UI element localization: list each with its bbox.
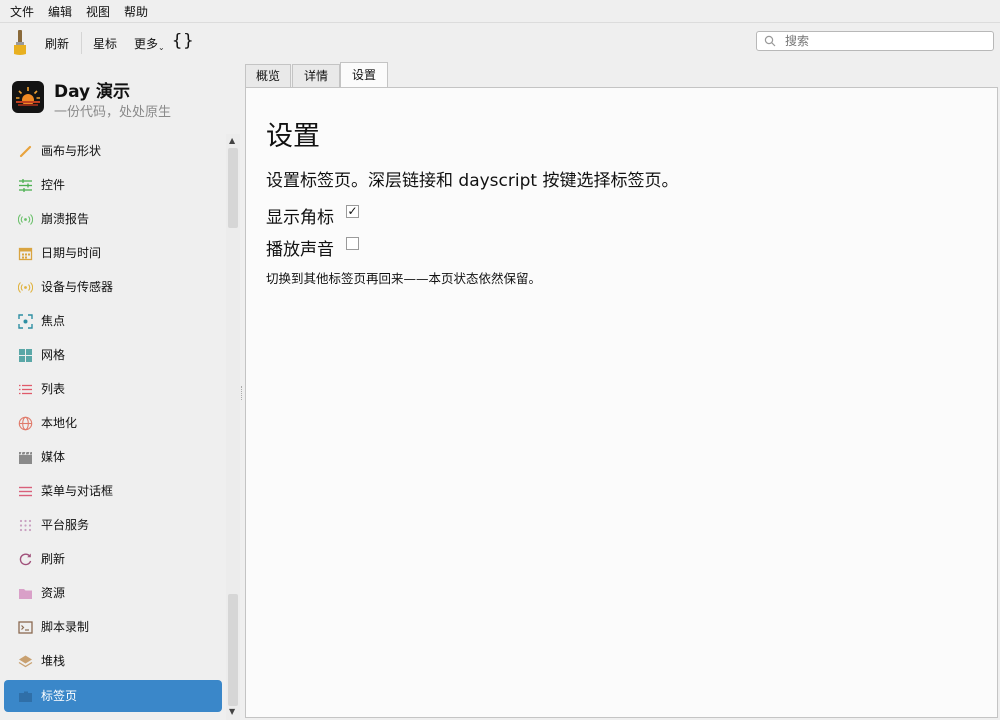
sidebar: 画布与形状 控件 崩溃报告 日期与时间 设备与传感器 焦点 网格 列表 本地化 … <box>0 134 226 720</box>
braces-button[interactable]: {} <box>172 31 194 51</box>
sidebar-item-datetime[interactable]: 日期与时间 <box>4 237 222 269</box>
tab-settings[interactable]: 设置 <box>340 62 388 88</box>
play-sound-checkbox[interactable] <box>346 237 359 250</box>
terminal-icon <box>18 620 33 635</box>
sidebar-item-label: 设备与传感器 <box>41 280 114 294</box>
sidebar-item-canvas[interactable]: 画布与形状 <box>4 135 222 167</box>
sidebar-item-label: 脚本录制 <box>41 620 90 634</box>
scrollbar-thumb[interactable] <box>228 148 238 228</box>
app-subtitle: 一份代码，处处原生 <box>54 105 172 120</box>
sidebar-item-label: 平台服务 <box>41 518 90 532</box>
sidebar-item-label: 标签页 <box>41 689 78 703</box>
scroll-down-arrow-icon[interactable]: ▼ <box>229 707 235 716</box>
sidebar-item-controls[interactable]: 控件 <box>4 169 222 201</box>
sidebar-item-script-recording[interactable]: 脚本录制 <box>4 611 222 643</box>
page-description: 设置标签页。深层链接和 dayscript 按键选择标签页。 <box>266 171 679 191</box>
show-badge-label: 显示角标 <box>266 208 334 228</box>
menu-edit[interactable]: 编辑 <box>48 3 72 20</box>
brush-icon[interactable] <box>10 29 30 57</box>
search-icon <box>764 35 776 50</box>
play-sound-label: 播放声音 <box>266 240 334 260</box>
menu-icon <box>18 484 33 499</box>
app-logo <box>12 81 44 113</box>
brush-icon <box>18 144 33 159</box>
folder-icon <box>18 586 33 601</box>
menu-view[interactable]: 视图 <box>86 3 110 20</box>
tab-details[interactable]: 详情 <box>292 64 340 87</box>
sidebar-item-label: 崩溃报告 <box>41 212 90 226</box>
signal-icon <box>18 212 33 227</box>
scroll-up-arrow-icon[interactable]: ▲ <box>229 136 235 145</box>
globe-icon <box>18 416 33 431</box>
grid-icon <box>18 348 33 363</box>
sidebar-item-focus[interactable]: 焦点 <box>4 305 222 337</box>
sidebar-item-label: 列表 <box>41 382 66 396</box>
sidebar-item-label: 网格 <box>41 348 66 362</box>
sidebar-item-resources[interactable]: 资源 <box>4 577 222 609</box>
toolbar: 刷新 星标 更多 ⌄ {} <box>0 23 1000 63</box>
splitter-handle[interactable] <box>241 386 244 400</box>
menubar: 文件 编辑 视图 帮助 <box>0 0 1000 22</box>
sidebar-item-localization[interactable]: 本地化 <box>4 407 222 439</box>
page-title: 设置 <box>266 121 320 152</box>
app-title: Day 演示 <box>54 82 131 102</box>
search-input[interactable] <box>756 31 994 51</box>
star-button[interactable]: 星标 <box>93 35 117 52</box>
sidebar-item-stack[interactable]: 堆栈 <box>4 645 222 677</box>
toolbar-divider <box>81 32 82 54</box>
sidebar-item-list[interactable]: 列表 <box>4 373 222 405</box>
sidebar-item-label: 焦点 <box>41 314 66 328</box>
calendar-icon <box>18 246 33 261</box>
sliders-icon <box>18 178 33 193</box>
sidebar-item-label: 媒体 <box>41 450 66 464</box>
sidebar-item-label: 刷新 <box>41 552 66 566</box>
sidebar-item-sensors[interactable]: 设备与传感器 <box>4 271 222 303</box>
refresh-icon <box>18 552 33 567</box>
dots-grid-icon <box>18 518 33 533</box>
chevron-down-icon[interactable]: ⌄ <box>158 43 165 52</box>
focus-icon <box>18 314 33 329</box>
state-note: 切换到其他标签页再回来——本页状态依然保留。 <box>266 271 542 286</box>
list-icon <box>18 382 33 397</box>
tab-overview[interactable]: 概览 <box>245 64 291 87</box>
tab-content-panel: 设置 设置标签页。深层链接和 dayscript 按键选择标签页。 显示角标 ✓… <box>245 87 998 718</box>
menu-help[interactable]: 帮助 <box>124 3 148 20</box>
layers-icon <box>18 654 33 669</box>
sidebar-item-crash-report[interactable]: 崩溃报告 <box>4 203 222 235</box>
menu-file[interactable]: 文件 <box>10 3 34 20</box>
scrollbar-track-segment[interactable] <box>228 594 238 706</box>
tabs-icon <box>18 689 33 704</box>
sidebar-item-menus[interactable]: 菜单与对话框 <box>4 475 222 507</box>
clapper-icon <box>18 450 33 465</box>
sidebar-item-refresh[interactable]: 刷新 <box>4 543 222 575</box>
sidebar-item-grid[interactable]: 网格 <box>4 339 222 371</box>
refresh-button[interactable]: 刷新 <box>45 35 69 52</box>
show-badge-checkbox[interactable]: ✓ <box>346 205 359 218</box>
sidebar-item-label: 控件 <box>41 178 66 192</box>
sidebar-scrollbar[interactable]: ▲ ▼ <box>226 134 240 720</box>
sidebar-item-label: 日期与时间 <box>41 246 102 260</box>
sidebar-item-platform[interactable]: 平台服务 <box>4 509 222 541</box>
signal-icon <box>18 280 33 295</box>
sidebar-item-label: 本地化 <box>41 416 78 430</box>
sidebar-item-media[interactable]: 媒体 <box>4 441 222 473</box>
sidebar-item-label: 菜单与对话框 <box>41 484 114 498</box>
sidebar-item-label: 画布与形状 <box>41 144 102 158</box>
sidebar-item-tabs[interactable]: 标签页 <box>4 680 222 712</box>
sidebar-item-label: 资源 <box>41 586 66 600</box>
more-button[interactable]: 更多 <box>134 35 158 52</box>
sidebar-item-label: 堆栈 <box>41 654 66 668</box>
